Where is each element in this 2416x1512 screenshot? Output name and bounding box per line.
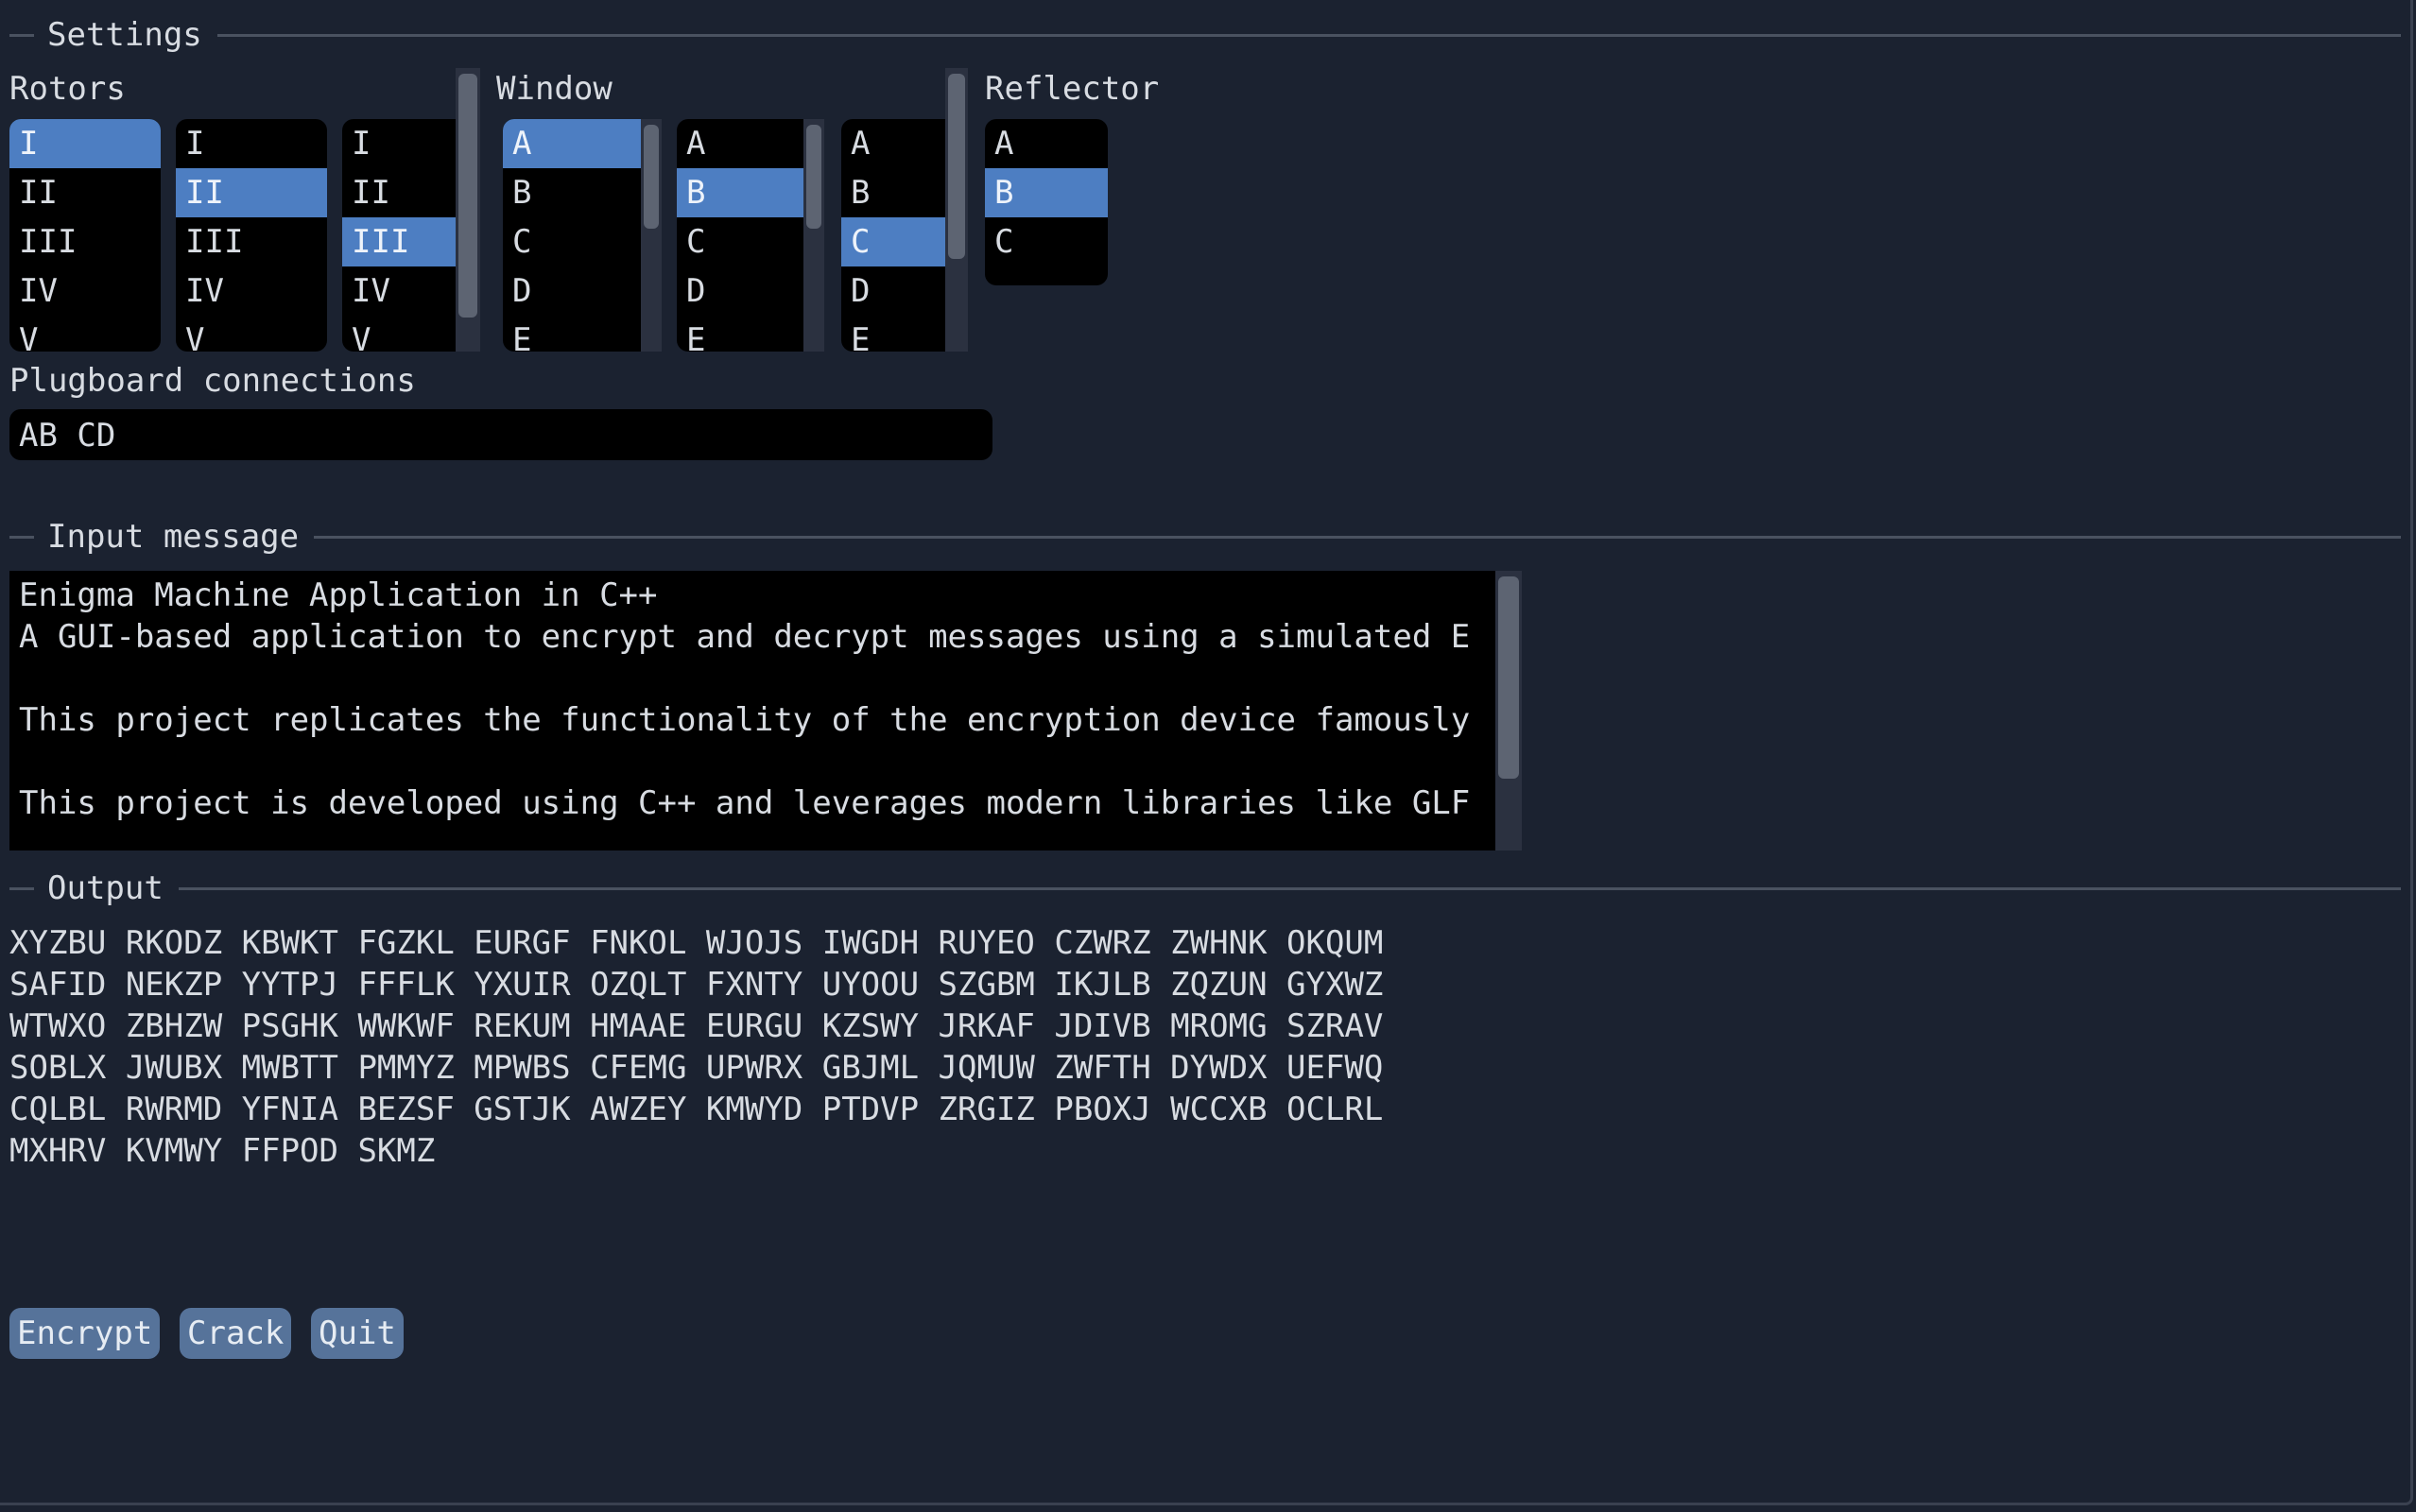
- list-item[interactable]: B: [503, 168, 641, 217]
- list-item[interactable]: D: [841, 266, 945, 316]
- list-item[interactable]: V: [176, 316, 327, 352]
- plugboard-input[interactable]: AB CD: [9, 409, 992, 460]
- input-group-header: Input message: [9, 518, 2401, 556]
- list-item[interactable]: A: [677, 119, 803, 168]
- reflector-label: Reflector: [985, 70, 1160, 108]
- output-line: MXHRV KVMWY FFPOD SKMZ: [9, 1132, 436, 1170]
- list-item[interactable]: B: [677, 168, 803, 217]
- list-item[interactable]: III: [9, 217, 161, 266]
- list-item[interactable]: C: [677, 217, 803, 266]
- list-item[interactable]: V: [9, 316, 161, 352]
- output-line: SOBLX JWUBX MWBTT PMMYZ MPWBS CFEMG UPWR…: [9, 1049, 1384, 1087]
- list-item[interactable]: E: [677, 316, 803, 352]
- list-item[interactable]: D: [503, 266, 641, 316]
- list-item[interactable]: I: [342, 119, 456, 168]
- input-line: [19, 658, 1495, 699]
- window-3-scrollbar[interactable]: [945, 68, 968, 352]
- list-item[interactable]: D: [677, 266, 803, 316]
- output-line: XYZBU RKODZ KBWKT FGZKL EURGF FNKOL WJOJ…: [9, 924, 1384, 962]
- input-line: [19, 741, 1495, 782]
- list-item[interactable]: A: [503, 119, 641, 168]
- window-label: Window: [496, 70, 613, 108]
- list-item[interactable]: II: [176, 168, 327, 217]
- list-item[interactable]: A: [985, 119, 1108, 168]
- header-line: [178, 886, 2401, 890]
- crack-button[interactable]: Crack: [180, 1308, 292, 1359]
- list-item[interactable]: B: [841, 168, 945, 217]
- encrypt-button[interactable]: Encrypt: [9, 1308, 161, 1359]
- list-item[interactable]: A: [841, 119, 945, 168]
- list-item[interactable]: E: [503, 316, 641, 352]
- output-title: Output: [47, 869, 164, 907]
- window-3-list[interactable]: ABCDE: [841, 119, 945, 352]
- plugboard-label: Plugboard connections: [9, 362, 416, 400]
- quit-button[interactable]: Quit: [311, 1308, 404, 1359]
- list-item[interactable]: C: [985, 217, 1108, 266]
- list-item[interactable]: III: [176, 217, 327, 266]
- window-1-list[interactable]: ABCDE: [503, 119, 641, 352]
- list-item[interactable]: V: [342, 316, 456, 352]
- rotors-label: Rotors: [9, 70, 126, 108]
- window-2-scrollbar-thumb[interactable]: [806, 125, 821, 229]
- settings-title: Settings: [47, 16, 202, 54]
- window-2-scrollbar[interactable]: [803, 119, 824, 352]
- header-line: [314, 535, 2401, 539]
- input-title: Input message: [47, 518, 300, 556]
- output-line: SAFID NEKZP YYTPJ FFFLK YXUIR OZQLT FXNT…: [9, 966, 1384, 1004]
- output-line: WTWXO ZBHZW PSGHK WWKWF REKUM HMAAE EURG…: [9, 1007, 1384, 1045]
- input-scrollbar-thumb[interactable]: [1498, 576, 1519, 779]
- input-message-textarea[interactable]: Enigma Machine Application in C++ A GUI-b…: [9, 571, 1495, 850]
- reflector-list[interactable]: ABC: [985, 119, 1108, 285]
- header-dash: [9, 886, 34, 890]
- output-line: CQLBL RWRMD YFNIA BEZSF GSTJK AWZEY KMWY…: [9, 1091, 1384, 1128]
- list-item[interactable]: IV: [9, 266, 161, 316]
- header-dash: [9, 535, 34, 539]
- input-scrollbar[interactable]: [1495, 571, 1522, 850]
- rotor-1-list[interactable]: I II III IV V: [9, 119, 161, 352]
- list-item[interactable]: B: [985, 168, 1108, 217]
- window-2-list[interactable]: ABCDE: [677, 119, 803, 352]
- window-1-scrollbar[interactable]: [641, 119, 662, 352]
- input-line: A GUI-based application to encrypt and d…: [19, 618, 1471, 656]
- list-item[interactable]: I: [176, 119, 327, 168]
- input-line: This project replicates the functionalit…: [19, 701, 1471, 739]
- list-item[interactable]: C: [503, 217, 641, 266]
- output-text: XYZBU RKODZ KBWKT FGZKL EURGF FNKOL WJOJ…: [9, 922, 1383, 1172]
- list-item[interactable]: I: [9, 119, 161, 168]
- header-line: [216, 33, 2401, 37]
- rotors-scrollbar[interactable]: [456, 68, 480, 352]
- header-dash: [9, 33, 34, 37]
- rotor-2-list[interactable]: I II III IV V: [176, 119, 327, 352]
- list-item[interactable]: IV: [176, 266, 327, 316]
- list-item[interactable]: III: [342, 217, 456, 266]
- list-item[interactable]: C: [841, 217, 945, 266]
- list-item[interactable]: IV: [342, 266, 456, 316]
- rotor-3-list[interactable]: I II III IV V: [342, 119, 456, 352]
- window-1-scrollbar-thumb[interactable]: [644, 125, 659, 229]
- list-item[interactable]: E: [841, 316, 945, 352]
- settings-group-header: Settings: [9, 16, 2401, 54]
- list-item[interactable]: II: [342, 168, 456, 217]
- output-group-header: Output: [9, 869, 2401, 907]
- window-3-scrollbar-thumb[interactable]: [948, 74, 965, 259]
- input-line: This project is developed using C++ and …: [19, 784, 1471, 822]
- input-line: Enigma Machine Application in C++: [19, 576, 658, 614]
- list-item[interactable]: II: [9, 168, 161, 217]
- rotors-scrollbar-thumb[interactable]: [458, 74, 477, 318]
